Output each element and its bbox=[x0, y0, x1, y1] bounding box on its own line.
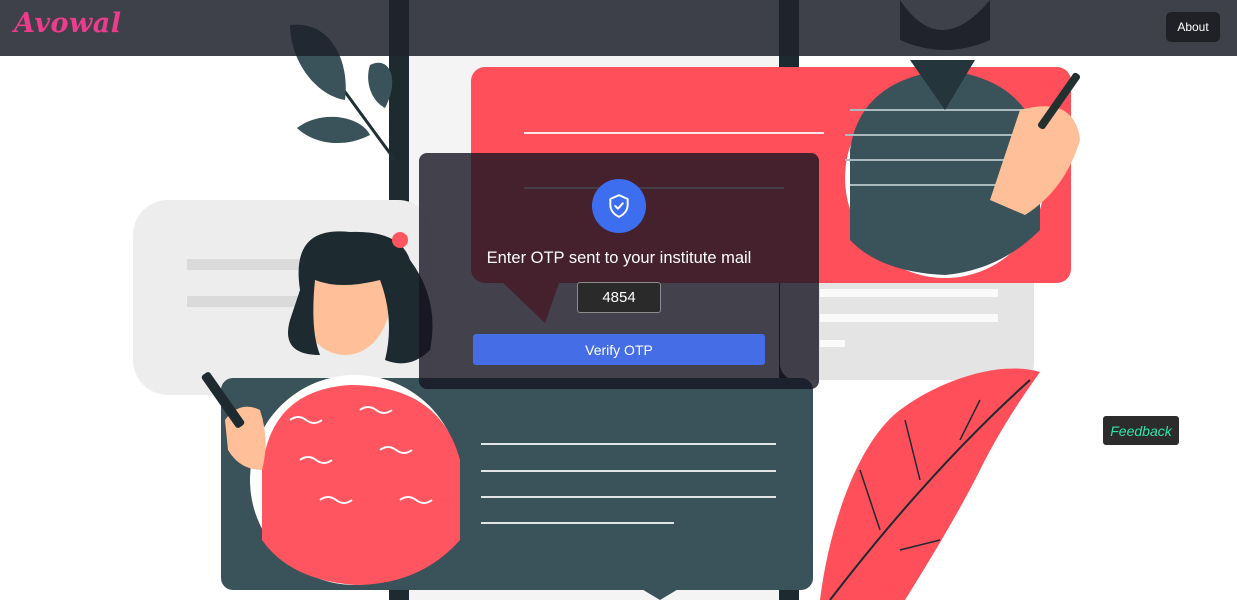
red-leaf-icon bbox=[820, 368, 1040, 600]
shield-check-icon bbox=[592, 179, 646, 233]
otp-verification-card: Enter OTP sent to your institute mail Ve… bbox=[419, 153, 819, 389]
about-button[interactable]: About bbox=[1166, 12, 1220, 42]
otp-instruction-text: Enter OTP sent to your institute mail bbox=[486, 249, 752, 267]
verify-otp-button[interactable]: Verify OTP bbox=[473, 334, 765, 365]
feedback-button[interactable]: Feedback bbox=[1103, 416, 1179, 445]
brand-logo[interactable]: Avowal bbox=[14, 8, 122, 39]
otp-input[interactable] bbox=[577, 282, 661, 313]
top-navbar: Avowal About bbox=[0, 0, 1237, 56]
